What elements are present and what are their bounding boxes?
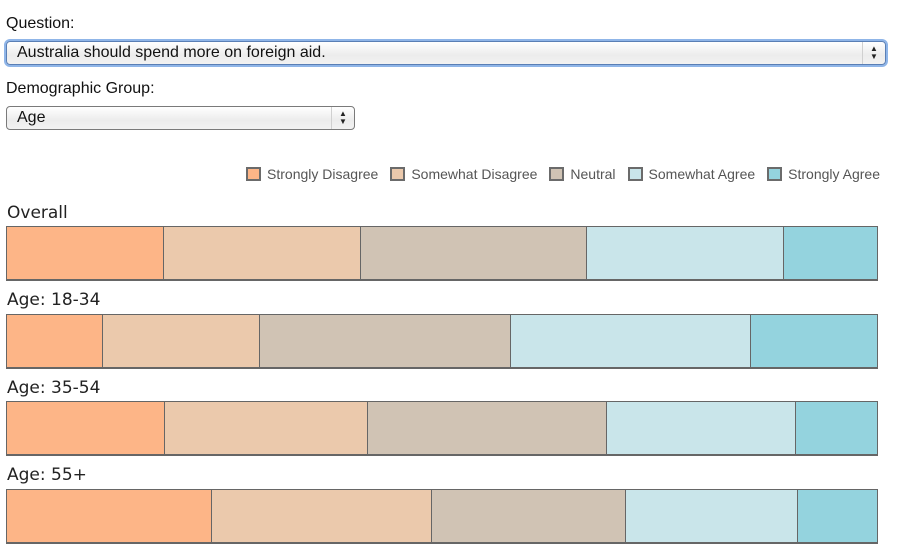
bar-segment-strongly-disagree[interactable] bbox=[7, 227, 164, 279]
bar-segment-strongly-disagree[interactable] bbox=[7, 402, 166, 454]
bar-segment-neutral[interactable] bbox=[432, 490, 626, 542]
legend-swatch bbox=[627, 167, 643, 181]
bar-segment-somewhat-agree[interactable] bbox=[607, 402, 797, 454]
question-select[interactable]: Australia should spend more on foreign a… bbox=[6, 41, 886, 65]
bar-segment-strongly-agree[interactable] bbox=[796, 402, 877, 454]
bar-age-55 bbox=[6, 489, 878, 544]
bar-age-18-34 bbox=[6, 314, 878, 369]
bar-segment-somewhat-agree[interactable] bbox=[625, 490, 798, 542]
legend-label: Strongly Agree bbox=[788, 166, 880, 182]
row-label-age-35-54: Age: 35-54 bbox=[7, 378, 101, 398]
bar-segment-strongly-disagree[interactable] bbox=[7, 490, 213, 542]
demographic-label: Demographic Group: bbox=[6, 80, 155, 97]
bar-segment-somewhat-agree[interactable] bbox=[587, 227, 784, 279]
row-label-overall: Overall bbox=[7, 203, 68, 223]
question-select-value: Australia should spend more on foreign a… bbox=[17, 44, 326, 61]
bar-segment-strongly-agree[interactable] bbox=[750, 315, 877, 367]
legend-item-somewhat-disagree: Somewhat Disagree bbox=[390, 166, 537, 182]
bar-overall bbox=[6, 226, 878, 281]
bar-segment-neutral[interactable] bbox=[260, 315, 511, 367]
demographic-select-value: Age bbox=[17, 109, 46, 126]
legend-swatch bbox=[390, 167, 406, 181]
row-label-age-18-34: Age: 18-34 bbox=[7, 290, 101, 310]
bar-segment-neutral[interactable] bbox=[368, 402, 608, 454]
legend-item-somewhat-agree: Somewhat Agree bbox=[627, 166, 756, 182]
demographic-select[interactable]: Age ▲ ▼ bbox=[6, 106, 355, 130]
bar-age-35-54 bbox=[6, 401, 878, 456]
legend-label: Strongly Disagree bbox=[267, 166, 379, 182]
legend-swatch bbox=[549, 167, 565, 181]
question-label: Question: bbox=[6, 15, 75, 32]
legend-label: Neutral bbox=[570, 166, 616, 182]
legend-swatch bbox=[246, 167, 262, 181]
bar-segment-strongly-agree[interactable] bbox=[783, 227, 877, 279]
bar-segment-strongly-disagree[interactable] bbox=[7, 315, 103, 367]
arrow-down-icon: ▼ bbox=[339, 117, 347, 126]
bar-segment-somewhat-disagree[interactable] bbox=[165, 402, 369, 454]
select-arrows-icon: ▲ ▼ bbox=[331, 107, 354, 129]
arrow-down-icon: ▼ bbox=[870, 52, 878, 61]
bar-segment-strongly-agree[interactable] bbox=[797, 490, 877, 542]
legend-item-neutral: Neutral bbox=[549, 166, 616, 182]
legend-label: Somewhat Disagree bbox=[411, 166, 538, 182]
legend-item-strongly-agree: Strongly Agree bbox=[767, 166, 880, 182]
select-arrows-icon: ▲ ▼ bbox=[862, 42, 885, 64]
chart-legend: Strongly Disagree Somewhat Disagree Neutra… bbox=[246, 166, 880, 182]
legend-item-strongly-disagree: Strongly Disagree bbox=[246, 166, 378, 182]
bar-segment-somewhat-disagree[interactable] bbox=[163, 227, 362, 279]
row-label-age-55: Age: 55+ bbox=[7, 465, 87, 485]
bar-segment-somewhat-agree[interactable] bbox=[510, 315, 751, 367]
legend-label: Somewhat Agree bbox=[648, 166, 756, 182]
legend-swatch bbox=[767, 167, 783, 181]
bar-segment-somewhat-disagree[interactable] bbox=[212, 490, 433, 542]
bar-segment-somewhat-disagree[interactable] bbox=[102, 315, 261, 367]
bar-segment-neutral[interactable] bbox=[361, 227, 588, 279]
